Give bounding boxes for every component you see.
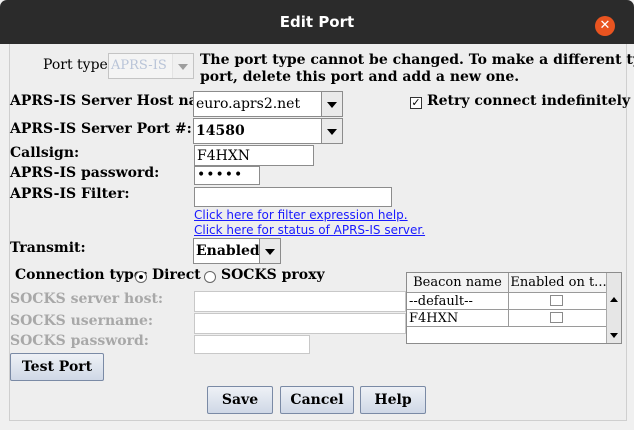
- transmit-select[interactable]: Enabled: [193, 238, 281, 264]
- filter-field[interactable]: [194, 187, 392, 207]
- close-icon[interactable]: ✕: [595, 16, 615, 36]
- enabled-checkbox[interactable]: [550, 295, 563, 306]
- retry-checkbox[interactable]: ✓: [410, 97, 422, 109]
- callsign-label: Callsign:: [10, 145, 80, 161]
- port-type-note-line2: port, delete this port and add a new one…: [200, 69, 520, 85]
- callsign-field[interactable]: F4HXN: [194, 145, 314, 166]
- edit-port-dialog: Edit Port ✕ Port type APRS-IS The port t…: [0, 0, 634, 430]
- socks-password-field: [194, 335, 310, 354]
- server-host-combo[interactable]: euro.aprs2.net: [193, 91, 343, 117]
- cancel-button[interactable]: Cancel: [280, 386, 354, 414]
- password-label: APRS-IS password:: [10, 165, 160, 181]
- enabled-checkbox[interactable]: [550, 312, 563, 323]
- chevron-down-icon[interactable]: [321, 119, 342, 143]
- socks-password-label: SOCKS password:: [10, 333, 149, 349]
- transmit-label: Transmit:: [10, 240, 86, 256]
- port-type-value: APRS-IS: [111, 58, 167, 73]
- retry-label: Retry connect indefinitely: [427, 93, 631, 109]
- port-type-select: APRS-IS: [108, 53, 194, 79]
- direct-radio-label[interactable]: Direct: [152, 267, 201, 283]
- scroll-down-icon[interactable]: [607, 329, 621, 343]
- table-scrollbar[interactable]: [606, 273, 621, 343]
- port-type-note-line1: The port type cannot be changed. To make…: [200, 52, 634, 68]
- socks-username-field: [194, 313, 406, 334]
- socks-host-label: SOCKS server host:: [10, 291, 164, 307]
- filter-help-link[interactable]: Click here for filter expression help.: [194, 208, 408, 222]
- table-row-name[interactable]: F4HXN: [407, 310, 509, 327]
- socks-host-field: [194, 291, 406, 312]
- server-host-value[interactable]: euro.aprs2.net: [196, 92, 300, 116]
- socks-proxy-radio-label[interactable]: SOCKS proxy: [221, 267, 325, 283]
- chevron-down-icon[interactable]: [259, 239, 280, 263]
- connection-type-label: Connection type:: [15, 267, 148, 283]
- transmit-value[interactable]: Enabled: [196, 239, 260, 263]
- server-port-label: APRS-IS Server Port #:: [10, 121, 192, 137]
- socks-proxy-radio[interactable]: [204, 271, 216, 283]
- server-port-combo[interactable]: 14580: [193, 118, 343, 144]
- table-row-name[interactable]: --default--: [407, 293, 509, 310]
- column-header-beacon-name[interactable]: Beacon name: [407, 273, 509, 293]
- table-row-enabled-cell[interactable]: [509, 310, 609, 327]
- chevron-down-icon: [172, 54, 193, 78]
- chevron-down-icon[interactable]: [321, 92, 342, 116]
- scroll-up-icon[interactable]: [607, 293, 621, 307]
- help-button[interactable]: Help: [360, 386, 426, 414]
- save-button[interactable]: Save: [207, 386, 273, 414]
- server-port-value[interactable]: 14580: [196, 119, 245, 143]
- beacon-table[interactable]: Beacon name Enabled on t... --default-- …: [406, 272, 622, 344]
- test-port-button[interactable]: Test Port: [10, 353, 104, 381]
- direct-radio[interactable]: [135, 271, 147, 283]
- port-type-label: Port type: [43, 57, 108, 73]
- table-row-enabled-cell[interactable]: [509, 293, 609, 310]
- filter-label: APRS-IS Filter:: [10, 186, 130, 202]
- column-header-enabled[interactable]: Enabled on t...: [509, 273, 609, 293]
- socks-username-label: SOCKS username:: [10, 313, 154, 329]
- password-field[interactable]: •••••: [194, 166, 260, 185]
- window-title: Edit Port: [279, 13, 355, 31]
- server-status-link[interactable]: Click here for status of APRS-IS server.: [194, 223, 425, 237]
